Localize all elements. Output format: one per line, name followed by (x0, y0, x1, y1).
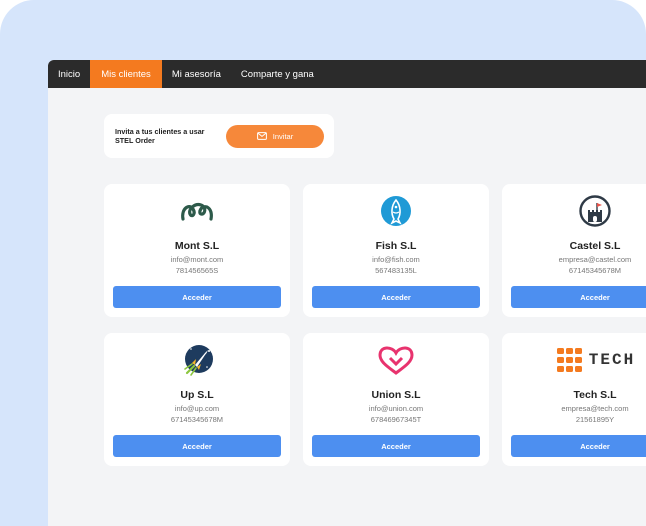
client-card-up: Up S.L info@up.com 67145345678M Acceder (104, 333, 290, 466)
client-email: info@up.com (174, 404, 220, 413)
top-nav: Inicio Mis clientes Mi asesoría Comparte… (48, 60, 646, 88)
client-cif: 21561895Y (575, 415, 615, 424)
castle-logo-icon (502, 195, 646, 227)
nav-item-inicio[interactable]: Inicio (48, 60, 90, 88)
client-email: info@union.com (368, 404, 424, 413)
invite-text: Invita a tus clientes a usar STEL Order (115, 126, 205, 146)
mail-icon (256, 132, 267, 140)
rocket-logo-icon (104, 344, 290, 376)
access-button[interactable]: Acceder (113, 286, 281, 308)
client-card-castel: Castel S.L empresa@castel.com 6714534567… (502, 184, 646, 317)
client-email: empresa@tech.com (561, 404, 629, 413)
mont-logo-icon (104, 195, 290, 227)
client-email: empresa@castel.com (558, 255, 632, 264)
client-name: Union S.L (371, 389, 421, 401)
invite-button-label: Invitar (272, 131, 294, 141)
tech-logo-icon: TECH (502, 344, 646, 376)
invite-panel: Invita a tus clientes a usar STEL Order … (104, 114, 334, 158)
client-card-mont: Mont S.L info@mont.com 781456565S Accede… (104, 184, 290, 317)
nav-item-mi-asesoria[interactable]: Mi asesoría (162, 60, 231, 88)
fish-logo-icon (303, 195, 489, 227)
access-button[interactable]: Acceder (312, 435, 480, 457)
app-window: Inicio Mis clientes Mi asesoría Comparte… (48, 60, 646, 526)
client-cif: 67846967345T (370, 415, 422, 424)
backdrop: Inicio Mis clientes Mi asesoría Comparte… (0, 0, 646, 526)
tech-logo-text: TECH (588, 351, 636, 369)
client-name: Up S.L (180, 389, 214, 401)
client-cif: 567483135L (375, 266, 417, 275)
access-button[interactable]: Acceder (511, 435, 646, 457)
invite-button[interactable]: Invitar (226, 124, 324, 148)
union-logo-icon (303, 344, 489, 376)
client-cif: 67145345678M (170, 415, 224, 424)
client-name: Castel S.L (569, 240, 621, 252)
client-email: info@fish.com (372, 255, 420, 264)
client-name: Tech S.L (573, 389, 617, 401)
client-cif: 781456565S (175, 266, 219, 275)
nav-item-comparte-y-gana[interactable]: Comparte y gana (231, 60, 324, 88)
access-button[interactable]: Acceder (113, 435, 281, 457)
client-card-fish: Fish S.L info@fish.com 567483135L Accede… (303, 184, 489, 317)
client-email: info@mont.com (170, 255, 224, 264)
client-name: Fish S.L (375, 240, 417, 252)
access-button[interactable]: Acceder (511, 286, 646, 308)
client-card-tech: TECH Tech S.L empresa@tech.com 21561895Y… (502, 333, 646, 466)
client-name: Mont S.L (174, 240, 220, 252)
nav-item-mis-clientes[interactable]: Mis clientes (90, 60, 162, 88)
access-button[interactable]: Acceder (312, 286, 480, 308)
client-card-union: Union S.L info@union.com 67846967345T Ac… (303, 333, 489, 466)
client-cif: 67145345678M (568, 266, 622, 275)
